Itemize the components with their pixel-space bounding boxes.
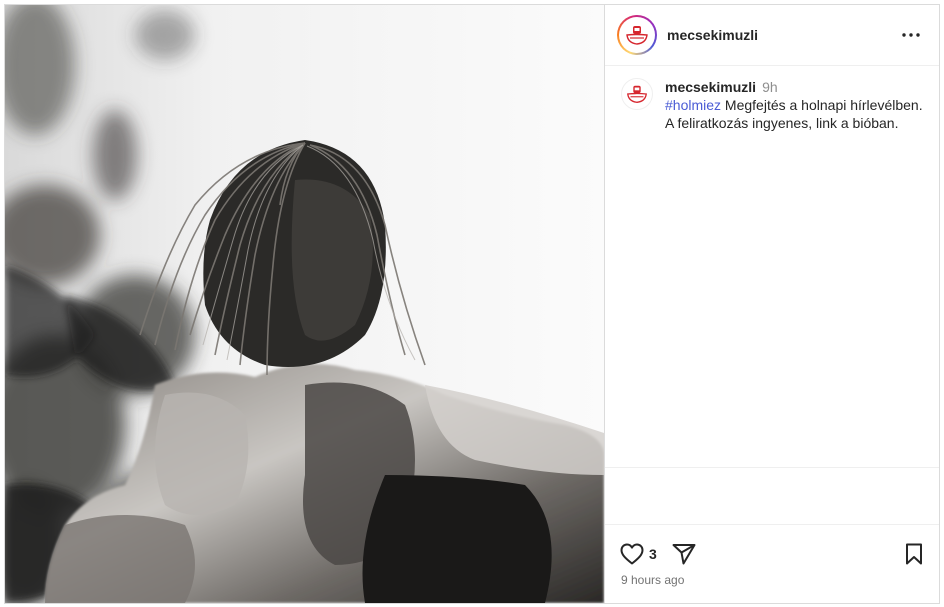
- comments-section: mecsekimuzli 9h #holmiez Megfejtés a holn…: [605, 66, 939, 603]
- instagram-post: mecsekimuzli mecsekimuzli 9h #holmiez Me…: [4, 4, 940, 604]
- caption-avatar[interactable]: [621, 78, 653, 110]
- post-header: mecsekimuzli: [605, 5, 939, 66]
- header-username[interactable]: mecsekimuzli: [667, 27, 899, 43]
- caption-time[interactable]: 9h: [762, 79, 778, 95]
- more-options-icon[interactable]: [899, 23, 923, 47]
- bookmark-icon[interactable]: [901, 541, 927, 567]
- action-bar: 3: [605, 525, 939, 569]
- sculpture-photo: [5, 5, 604, 603]
- post-side-panel: mecsekimuzli mecsekimuzli 9h #holmiez Me…: [604, 5, 939, 603]
- post-timestamp[interactable]: 9 hours ago: [605, 573, 939, 587]
- logo-icon: [626, 26, 648, 45]
- divider: [605, 467, 939, 468]
- profile-avatar[interactable]: [617, 15, 657, 55]
- caption-hashtag[interactable]: #holmiez: [665, 97, 721, 113]
- send-icon[interactable]: [671, 541, 697, 567]
- heart-icon[interactable]: [619, 541, 645, 567]
- actions-section: 3 9 hours ago: [605, 524, 939, 603]
- logo-icon: [627, 85, 647, 103]
- post-image[interactable]: [5, 5, 604, 603]
- like-count[interactable]: 3: [649, 546, 657, 562]
- caption-username[interactable]: mecsekimuzli: [665, 79, 756, 95]
